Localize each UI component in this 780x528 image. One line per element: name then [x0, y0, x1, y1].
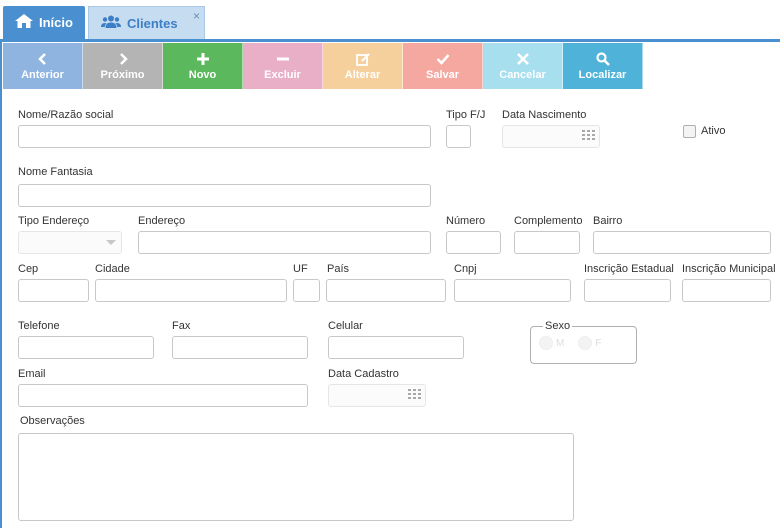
excluir-label: Excluir: [264, 68, 301, 81]
sexo-radio-f[interactable]: F: [578, 336, 601, 350]
endereco-label: Endereço: [138, 215, 186, 227]
cep-input[interactable]: [18, 279, 89, 302]
observacoes-label: Observações: [20, 415, 85, 427]
minus-icon: [276, 57, 289, 60]
observacoes-textarea[interactable]: [18, 433, 574, 521]
telefone-input[interactable]: [18, 336, 154, 359]
celular-label: Celular: [328, 320, 363, 332]
alterar-button[interactable]: Alterar: [323, 43, 403, 89]
chevron-down-icon: [106, 240, 116, 245]
tipo-endereco-label: Tipo Endereço: [18, 215, 90, 227]
complemento-label: Complemento: [514, 215, 583, 227]
anterior-button[interactable]: Anterior: [3, 43, 83, 89]
sexo-m-label: M: [556, 337, 565, 349]
check-icon: [436, 53, 449, 65]
sexo-f-label: F: [595, 337, 602, 349]
uf-label: UF: [293, 263, 308, 275]
endereco-input[interactable]: [138, 231, 431, 254]
numero-input[interactable]: [446, 231, 501, 254]
salvar-button[interactable]: Salvar: [403, 43, 483, 89]
anterior-label: Anterior: [21, 68, 64, 81]
salvar-label: Salvar: [425, 68, 460, 81]
bairro-input[interactable]: [593, 231, 771, 254]
x-icon: [516, 52, 529, 65]
inscricao-estadual-label: Inscrição Estadual: [584, 263, 674, 275]
cnpj-label: Cnpj: [454, 263, 477, 275]
uf-input[interactable]: [293, 279, 320, 302]
chevron-left-icon: [37, 52, 46, 65]
nome-fantasia-label: Nome Fantasia: [18, 166, 93, 178]
localizar-label: Localizar: [578, 68, 627, 81]
alterar-label: Alterar: [344, 68, 381, 81]
radio-circle-icon: [539, 336, 553, 350]
cancelar-button[interactable]: Cancelar: [483, 43, 563, 89]
tab-clientes-label: Clientes: [127, 15, 178, 31]
ativo-label: Ativo: [701, 125, 726, 137]
plus-icon: [196, 52, 209, 65]
inscricao-municipal-label: Inscrição Municipal: [682, 263, 776, 275]
tab-underline: [0, 39, 780, 42]
cidade-label: Cidade: [95, 263, 130, 275]
telefone-label: Telefone: [18, 320, 60, 332]
pais-label: País: [327, 263, 350, 275]
proximo-button[interactable]: Próximo: [83, 43, 163, 89]
tipo-fj-label: Tipo F/J: [446, 109, 486, 121]
pais-input[interactable]: [326, 279, 446, 302]
fax-label: Fax: [172, 320, 191, 332]
nome-razao-social-input[interactable]: [18, 125, 431, 148]
tab-clientes[interactable]: Clientes ×: [88, 6, 205, 39]
bairro-label: Bairro: [593, 215, 623, 227]
tab-inicio[interactable]: Início: [3, 6, 85, 39]
email-input[interactable]: [18, 384, 308, 407]
excluir-button[interactable]: Excluir: [243, 43, 323, 89]
tab-bar: Início Clientes ×: [0, 0, 780, 39]
data-cadastro-label: Data Cadastro: [328, 368, 399, 380]
tipo-fj-input[interactable]: [446, 125, 471, 148]
data-nascimento-label: Data Nascimento: [502, 109, 587, 121]
chevron-right-icon: [119, 52, 128, 65]
frame-border: [0, 39, 2, 528]
sexo-radio-m[interactable]: M: [539, 336, 564, 350]
localizar-button[interactable]: Localizar: [563, 43, 643, 89]
sexo-options: M F: [539, 336, 628, 350]
cep-label: Cep: [18, 263, 39, 275]
ativo-checkbox[interactable]: [683, 125, 696, 138]
cidade-input[interactable]: [95, 279, 287, 302]
users-icon: [101, 15, 121, 31]
radio-circle-icon: [578, 336, 593, 350]
close-icon[interactable]: ×: [193, 9, 200, 23]
nome-razao-social-label: Nome/Razão social: [18, 109, 114, 121]
numero-label: Número: [446, 215, 486, 227]
complemento-input[interactable]: [514, 231, 580, 254]
email-label: Email: [18, 368, 46, 380]
novo-button[interactable]: Novo: [163, 43, 243, 89]
search-icon: [595, 51, 610, 66]
novo-label: Novo: [188, 68, 217, 81]
celular-input[interactable]: [328, 336, 464, 359]
calendar-icon[interactable]: [408, 389, 422, 401]
home-icon: [15, 14, 33, 31]
nome-fantasia-input[interactable]: [18, 184, 431, 207]
sexo-group: Sexo M F: [530, 320, 637, 364]
toolbar: Anterior Próximo Novo Excluir Alterar Sa…: [3, 43, 643, 89]
inscricao-estadual-input[interactable]: [584, 279, 671, 302]
fax-input[interactable]: [172, 336, 308, 359]
edit-icon: [355, 52, 370, 66]
cnpj-input[interactable]: [454, 279, 571, 302]
calendar-icon[interactable]: [582, 130, 596, 142]
inscricao-municipal-input[interactable]: [682, 279, 771, 302]
proximo-label: Próximo: [100, 68, 145, 81]
tab-inicio-label: Início: [39, 15, 73, 30]
sexo-legend: Sexo: [545, 320, 571, 332]
cancelar-label: Cancelar: [499, 68, 546, 81]
